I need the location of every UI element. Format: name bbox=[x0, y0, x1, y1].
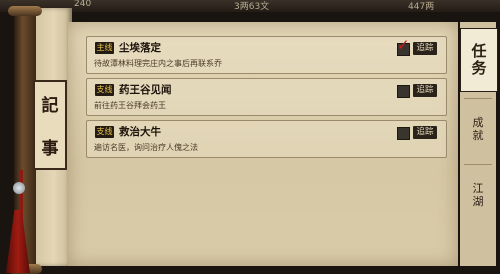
quest-row[interactable]: 支线 救治大牛 遍访名医，询问治疗人傀之法 追踪 bbox=[86, 120, 447, 158]
journal-title: 記 事 bbox=[33, 80, 67, 170]
tab-quests[interactable]: 任 务 bbox=[460, 28, 498, 92]
tassel-bead bbox=[13, 182, 25, 194]
title-char-1: 記 bbox=[41, 96, 59, 116]
title-char-2: 事 bbox=[41, 139, 59, 159]
tab-column: 任 务 成 就 江 湖 bbox=[460, 22, 498, 266]
tab-char: 任 bbox=[471, 41, 487, 60]
track-checkbox[interactable]: ✓ bbox=[397, 38, 410, 56]
track-button[interactable]: 追踪 bbox=[413, 126, 437, 139]
tab-achievements[interactable]: 成 就 bbox=[460, 102, 496, 158]
top-status-bar: 240 3两63文 447两 bbox=[0, 0, 500, 12]
quest-description: 待故潭林料理完庄内之事后再联系乔 bbox=[94, 59, 222, 68]
tab-jianghu[interactable]: 江 湖 bbox=[460, 168, 496, 224]
tab-char: 湖 bbox=[472, 195, 484, 208]
track-button[interactable]: 追踪 bbox=[413, 42, 437, 55]
quest-title: 救治大牛 bbox=[119, 126, 161, 138]
tab-divider bbox=[464, 98, 492, 99]
tab-char: 就 bbox=[472, 129, 484, 142]
quest-row[interactable]: 支线 药王谷见闻 前往药王谷拜会药王 追踪 bbox=[86, 78, 447, 116]
top-stat-left: 240 bbox=[74, 0, 92, 9]
tab-char: 务 bbox=[471, 59, 487, 77]
tab-divider bbox=[464, 164, 492, 165]
track-checkbox[interactable] bbox=[397, 85, 410, 98]
track-button[interactable]: 追踪 bbox=[413, 84, 437, 97]
top-stat-money: 3两63文 bbox=[234, 2, 270, 12]
quest-title: 尘埃落定 bbox=[119, 42, 161, 54]
quest-description: 遍访名医，询问治疗人傀之法 bbox=[94, 143, 198, 152]
top-stat-right: 447两 bbox=[408, 2, 435, 12]
quest-type-tag: 支线 bbox=[95, 84, 114, 96]
quest-description: 前往药王谷拜会药王 bbox=[94, 101, 166, 110]
scroll-cap-top bbox=[8, 6, 42, 16]
quest-type-tag: 支线 bbox=[95, 126, 114, 138]
quest-title: 药王谷见闻 bbox=[119, 84, 172, 96]
track-checkbox[interactable] bbox=[397, 127, 410, 140]
quest-type-tag: 主线 bbox=[95, 42, 114, 54]
quest-row[interactable]: 主线 尘埃落定 待故潭林料理完庄内之事后再联系乔 ✓ 追踪 bbox=[86, 36, 447, 74]
quest-panel: 主线 尘埃落定 待故潭林料理完庄内之事后再联系乔 ✓ 追踪 支线 药王谷见闻 前… bbox=[68, 22, 458, 266]
checkmark-icon: ✓ bbox=[397, 36, 410, 54]
